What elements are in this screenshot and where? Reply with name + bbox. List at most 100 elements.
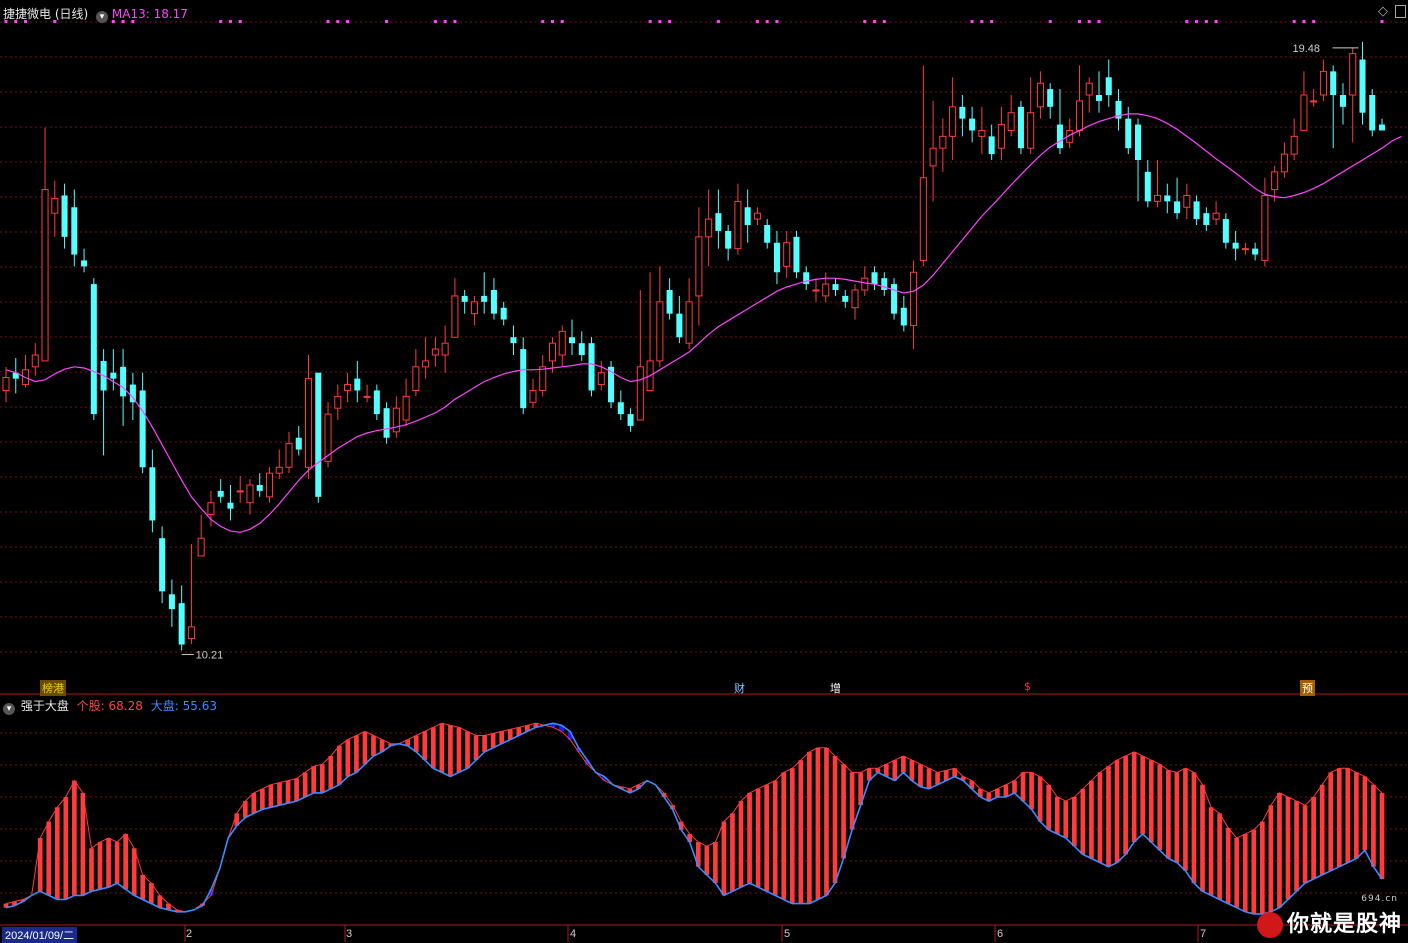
watermark: 694.cn 你就是股神 (1256, 894, 1402, 938)
candle-body (1232, 242, 1239, 249)
candle-body (812, 289, 820, 292)
candle-body (1349, 53, 1357, 96)
signal-dot (385, 20, 389, 23)
x-axis-month-label: 3 (346, 928, 353, 940)
signal-dot (882, 20, 886, 23)
candle-body (1075, 100, 1084, 131)
x-axis-month-label: 4 (570, 928, 577, 940)
candle-body (31, 354, 39, 368)
candle-body (1339, 95, 1346, 107)
candle-body (568, 337, 576, 344)
candle-body (90, 284, 97, 415)
candle-body (1095, 95, 1103, 101)
event-marker-finance[interactable]: 财 (734, 680, 745, 696)
signal-dot (326, 20, 330, 23)
ma13-line (5, 113, 1402, 533)
candle-body (1378, 124, 1386, 131)
candle-body (636, 366, 644, 421)
candle-body (969, 118, 976, 131)
event-marker-forecast[interactable]: 预 (1300, 680, 1315, 696)
candle-body (295, 437, 302, 450)
candle-body (529, 389, 537, 403)
signal-dot (219, 20, 223, 23)
indicator-menu-icon[interactable]: ▾ (3, 703, 15, 715)
candle-body (666, 290, 673, 314)
candle-body (402, 395, 410, 421)
signal-dot (1380, 20, 1384, 23)
settings-icon[interactable]: ▾ (96, 11, 109, 23)
candle-body (627, 414, 634, 426)
candle-body (1027, 112, 1035, 149)
candle-body (1222, 219, 1229, 243)
candle-body (959, 106, 966, 119)
candle-body (71, 207, 78, 255)
candle-body (256, 485, 263, 491)
candle-body (120, 366, 127, 397)
candle-body (1203, 213, 1210, 225)
candle-body (481, 295, 488, 302)
candle-body (539, 366, 547, 391)
x-axis-month-label: 5 (784, 928, 791, 940)
diamond-icon[interactable]: ◇ (1378, 4, 1388, 19)
candle-body (949, 106, 957, 137)
candle-body (334, 395, 342, 409)
chart-header: 捷捷微电 (日线) ▾ MA13: 18.17 (3, 5, 188, 23)
window-icon[interactable] (1395, 5, 1406, 18)
candle-body (373, 390, 380, 415)
candle-body (1280, 153, 1288, 173)
signal-dot (1312, 20, 1316, 23)
ma-label: MA13: (111, 7, 150, 21)
signal-dot (1195, 20, 1199, 23)
candle-body (1154, 194, 1162, 202)
signal-dot (1185, 20, 1189, 23)
signal-dot (1204, 20, 1208, 23)
candle-body (451, 295, 459, 338)
signal-dot (560, 20, 564, 23)
x-axis-month-label: 2 (186, 928, 193, 940)
candle-body (207, 502, 215, 516)
event-marker-bang-gang[interactable]: 榜港 (40, 680, 66, 696)
candle-body (1252, 248, 1259, 255)
candle-body (197, 537, 205, 557)
candle-body (217, 490, 224, 497)
candle-body (832, 284, 839, 290)
candle-body (783, 242, 791, 267)
candle-body (1174, 201, 1181, 214)
candle-body (744, 207, 751, 225)
candle-body (861, 277, 869, 291)
candle-body (1212, 212, 1220, 220)
candle-body (578, 343, 585, 355)
x-axis-month-label: 6 (997, 928, 1004, 940)
candle-body (1300, 94, 1308, 131)
candle-body (676, 313, 683, 338)
signal-dot (980, 20, 984, 23)
event-marker-increase[interactable]: 增 (830, 680, 841, 696)
event-marker-dollar[interactable]: $ (1024, 680, 1031, 693)
candle-body (1369, 95, 1376, 131)
candle-body (900, 307, 907, 326)
market-series-value: 55.63 (182, 699, 217, 713)
candle-body (851, 289, 859, 309)
market-series-label: 大盘: (150, 699, 179, 713)
candle-body (588, 343, 595, 391)
candle-body (753, 212, 761, 220)
candle-body (939, 135, 947, 149)
stock-series-label: 个股: (76, 699, 105, 713)
candle-body (988, 136, 995, 155)
candle-body (734, 200, 742, 250)
signal-dot (346, 20, 350, 23)
candle-body (891, 284, 898, 314)
candle-body (363, 395, 371, 398)
candle-body (558, 330, 566, 356)
candle-body (81, 260, 88, 267)
candle-body (871, 272, 878, 285)
candle-body (1036, 82, 1044, 108)
candle-body (978, 129, 986, 137)
candle-body (422, 360, 430, 368)
signal-dot (658, 20, 662, 23)
candle-body (265, 472, 274, 498)
candle-body (656, 301, 664, 362)
signal-dot (765, 20, 769, 23)
candle-body (285, 443, 293, 468)
candle-body (159, 538, 166, 592)
